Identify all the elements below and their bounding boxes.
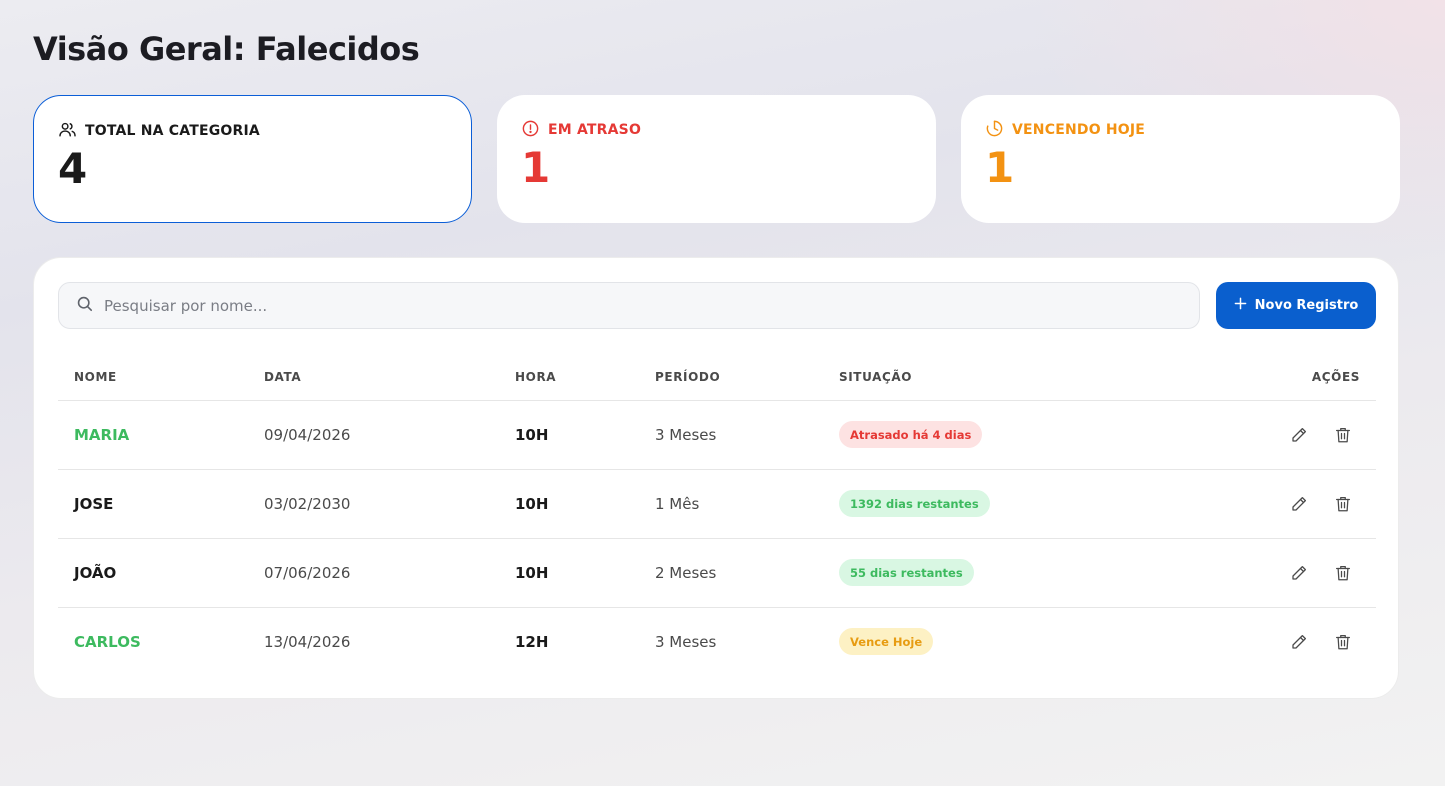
trash-icon[interactable] [1334, 425, 1352, 445]
status-badge: 55 dias restantes [839, 559, 974, 586]
header-data[interactable]: DATA [264, 370, 301, 384]
table-header: NOME DATA HORA PERÍODO SITUAÇÃO AÇÕES [58, 353, 1376, 401]
table-row[interactable]: CARLOS 13/04/2026 12H 3 Meses Vence Hoje [58, 608, 1376, 677]
trash-icon[interactable] [1334, 632, 1352, 652]
row-hour: 10H [515, 495, 549, 513]
row-actions [1290, 563, 1352, 583]
new-record-button[interactable]: Novo Registro [1216, 282, 1376, 329]
card-due-today[interactable]: VENCENDO HOJE 1 [961, 95, 1400, 223]
row-actions [1290, 632, 1352, 652]
table-row[interactable]: JOSE 03/02/2030 10H 1 Mês 1392 dias rest… [58, 470, 1376, 539]
card-total-label: TOTAL NA CATEGORIA [85, 123, 260, 139]
users-icon [58, 120, 77, 143]
status-badge: Vence Hoje [839, 628, 934, 655]
row-name[interactable]: CARLOS [74, 633, 141, 651]
clock-icon [985, 119, 1004, 142]
alert-circle-icon [521, 119, 540, 142]
header-situacao[interactable]: SITUAÇÃO [839, 370, 912, 384]
trash-icon[interactable] [1334, 563, 1352, 583]
row-name[interactable]: JOÃO [74, 564, 116, 582]
row-hour: 12H [515, 633, 549, 651]
plus-icon [1234, 297, 1247, 314]
row-hour: 10H [515, 426, 549, 444]
row-date: 07/06/2026 [264, 564, 351, 582]
card-overdue-label: EM ATRASO [548, 122, 642, 138]
records-panel: Novo Registro NOME DATA HORA PERÍODO SIT… [33, 257, 1399, 699]
row-period: 1 Mês [655, 495, 700, 513]
new-record-label: Novo Registro [1254, 298, 1359, 313]
card-due-today-value: 1 [985, 143, 1015, 192]
header-periodo[interactable]: PERÍODO [655, 370, 720, 384]
card-overdue[interactable]: EM ATRASO 1 [497, 95, 936, 223]
search-input[interactable] [104, 296, 1184, 315]
row-date: 03/02/2030 [264, 495, 351, 513]
trash-icon[interactable] [1334, 494, 1352, 514]
row-name[interactable]: JOSE [74, 495, 113, 513]
table-body: MARIA 09/04/2026 10H 3 Meses Atrasado há… [58, 401, 1376, 677]
row-date: 13/04/2026 [264, 633, 351, 651]
summary-cards: TOTAL NA CATEGORIA 4 EM ATRASO 1 VENCEND… [33, 95, 1400, 223]
card-due-today-label: VENCENDO HOJE [1012, 122, 1146, 138]
table-row[interactable]: JOÃO 07/06/2026 10H 2 Meses 55 dias rest… [58, 539, 1376, 608]
header-acoes: AÇÕES [1311, 370, 1360, 384]
row-date: 09/04/2026 [264, 426, 351, 444]
row-period: 3 Meses [655, 426, 717, 444]
card-total[interactable]: TOTAL NA CATEGORIA 4 [33, 95, 472, 223]
status-badge: Atrasado há 4 dias [839, 421, 983, 448]
row-period: 3 Meses [655, 633, 717, 651]
row-actions [1290, 425, 1352, 445]
status-badge: 1392 dias restantes [839, 490, 990, 517]
page-title: Visão Geral: Falecidos [33, 30, 420, 68]
card-total-value: 4 [58, 144, 88, 193]
search-box[interactable] [58, 282, 1200, 329]
row-period: 2 Meses [655, 564, 717, 582]
row-name[interactable]: MARIA [74, 426, 129, 444]
search-icon [75, 294, 94, 317]
edit-icon[interactable] [1290, 563, 1308, 583]
card-overdue-value: 1 [521, 143, 551, 192]
table-row[interactable]: MARIA 09/04/2026 10H 3 Meses Atrasado há… [58, 401, 1376, 470]
row-hour: 10H [515, 564, 549, 582]
records-table: NOME DATA HORA PERÍODO SITUAÇÃO AÇÕES MA… [58, 353, 1376, 677]
header-nome[interactable]: NOME [74, 370, 117, 384]
row-actions [1290, 494, 1352, 514]
edit-icon[interactable] [1290, 425, 1308, 445]
edit-icon[interactable] [1290, 632, 1308, 652]
edit-icon[interactable] [1290, 494, 1308, 514]
header-hora[interactable]: HORA [515, 370, 556, 384]
